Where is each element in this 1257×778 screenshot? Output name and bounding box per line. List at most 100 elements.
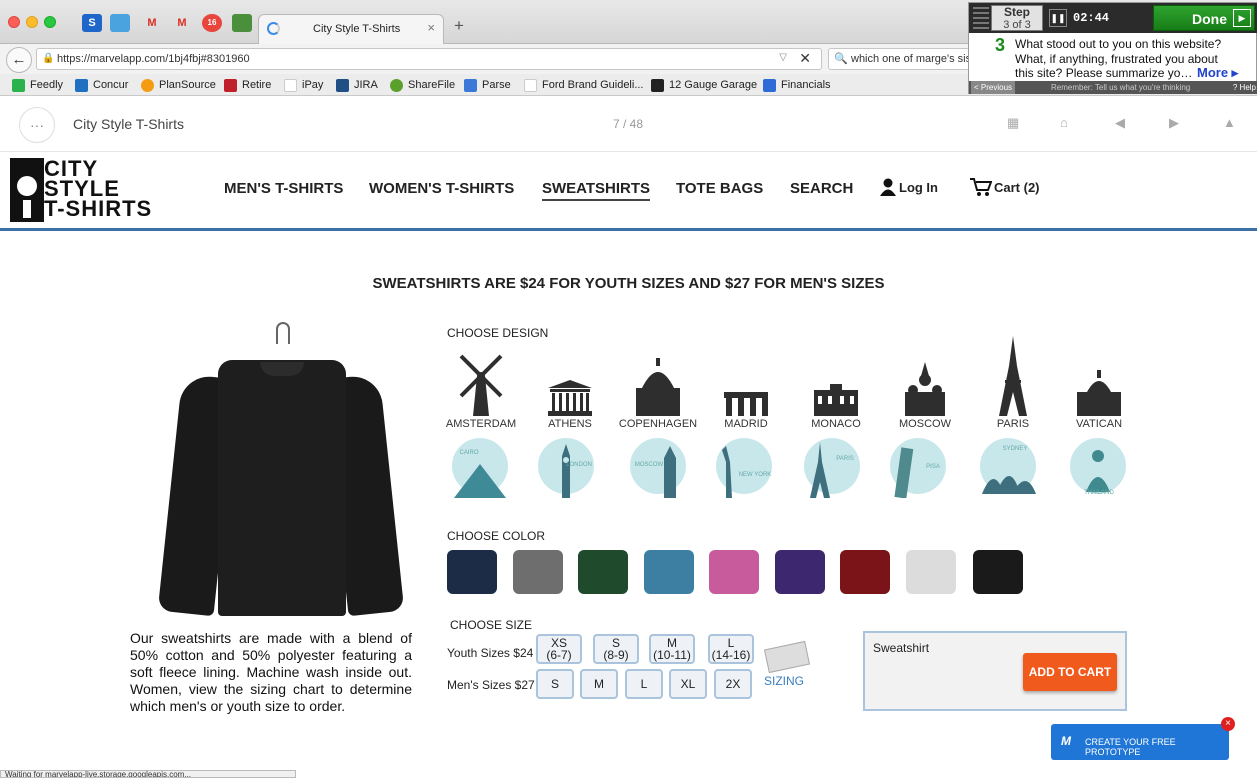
bookmark-feedly[interactable]: Feedly (12, 77, 63, 93)
youth-size-s-button[interactable]: S (8-9) (593, 634, 639, 664)
design-madrid[interactable]: MADRID (708, 326, 784, 430)
design-label: PISA (926, 464, 940, 470)
tape-measure-icon[interactable] (763, 640, 811, 674)
new-tab-button[interactable]: + (454, 16, 464, 36)
close-window-button[interactable] (8, 16, 20, 28)
step-label: Step (1003, 5, 1030, 19)
design-thailand[interactable]: THAILAND (1066, 436, 1132, 502)
done-button[interactable]: Done ▶ (1153, 5, 1255, 31)
color-swatch-gray[interactable] (513, 550, 563, 594)
collapse-icon[interactable]: ▲ (1223, 115, 1236, 130)
bookmark-label: Feedly (30, 79, 64, 91)
design-paris-circle[interactable]: PARIS (800, 436, 866, 502)
help-button[interactable]: ? Help (1233, 81, 1256, 94)
drag-handle-icon[interactable] (973, 7, 989, 29)
size-range: (14-16) (711, 648, 751, 662)
bookmark-plansource[interactable]: PlanSource (141, 77, 216, 93)
design-cairo[interactable]: CAIRO (448, 436, 514, 502)
bookmark-sharefile[interactable]: ShareFile (390, 77, 455, 93)
pinned-tab-outlook[interactable]: S (82, 14, 102, 32)
stop-loading-icon[interactable]: ✕ (799, 50, 811, 67)
pinned-tab-grid[interactable] (110, 14, 130, 32)
nav-womens-tshirts[interactable]: WOMEN'S T-SHIRTS (369, 180, 514, 197)
color-swatch-navy[interactable] (447, 550, 497, 594)
big-ben-icon (562, 444, 570, 498)
design-copenhagen[interactable]: COPENHAGEN (619, 326, 697, 430)
login-link[interactable]: Log In (880, 178, 938, 196)
bookmark-12-gauge-garage[interactable]: 12 Gauge Garage (651, 77, 757, 93)
color-swatch-maroon[interactable] (840, 550, 890, 594)
back-button[interactable]: ← (6, 47, 32, 73)
youth-size-m-button[interactable]: M (10-11) (649, 634, 695, 664)
grid-view-icon[interactable]: ▦ (1007, 115, 1019, 131)
design-athens[interactable]: ATHENS (532, 326, 608, 430)
tab-close-icon[interactable]: × (427, 20, 435, 35)
pinned-tab-shirt[interactable] (232, 14, 252, 32)
more-link[interactable]: More ▸ (1197, 65, 1238, 81)
basilica-icon (1077, 370, 1121, 416)
bookmark-financials[interactable]: Financials (763, 77, 831, 93)
size-range: (10-11) (653, 648, 691, 662)
design-amsterdam[interactable]: AMSTERDAM (443, 326, 519, 430)
address-bar[interactable]: 🔒 https://marvelapp.com/1bj4fbj#8301960 … (36, 48, 822, 70)
bookmark-retire[interactable]: Retire (224, 77, 271, 93)
pinned-tab-badge[interactable]: 16 (202, 14, 222, 32)
bookmark-ipay[interactable]: iPay (284, 77, 323, 93)
mens-size-xl-button[interactable]: XL (669, 669, 707, 699)
minimize-window-button[interactable] (26, 16, 38, 28)
color-swatch-black[interactable] (973, 550, 1023, 594)
color-swatch-blue[interactable] (644, 550, 694, 594)
pinned-tab-gmail-1[interactable]: M (142, 14, 162, 32)
design-new-york[interactable]: NEW YORK (712, 436, 778, 502)
color-swatch-pink[interactable] (709, 550, 759, 594)
nav-tote-bags[interactable]: TOTE BAGS (676, 180, 763, 197)
mens-size-2x-button[interactable]: 2X (714, 669, 752, 699)
color-swatch-purple[interactable] (775, 550, 825, 594)
sizing-link[interactable]: SIZING (764, 674, 804, 688)
pinned-tab-gmail-2[interactable]: M (172, 14, 192, 32)
bookmark-parse[interactable]: Parse (464, 77, 511, 93)
design-sydney[interactable]: SYDNEY (976, 436, 1042, 502)
design-london[interactable]: LONDON (534, 436, 600, 502)
nav-mens-tshirts[interactable]: MEN'S T-SHIRTS (224, 180, 343, 197)
mens-size-l-button[interactable]: L (625, 669, 663, 699)
mens-size-m-button[interactable]: M (580, 669, 618, 699)
previous-button[interactable]: < Previous (971, 81, 1016, 94)
design-moscow[interactable]: MOSCOW (887, 326, 963, 430)
zoom-window-button[interactable] (44, 16, 56, 28)
loading-icon (267, 22, 280, 35)
create-prototype-button[interactable]: M CREATE YOUR FREE PROTOTYPE (1051, 724, 1229, 760)
design-monaco[interactable]: MONACO (798, 326, 874, 430)
study-footer: < Previous Remember: Tell us what you're… (969, 81, 1257, 94)
site-logo[interactable]: CITY STYLE T-SHIRTS (10, 158, 160, 222)
bookmark-label: 12 Gauge Garage (669, 79, 758, 91)
comment-button[interactable]: ··· (19, 107, 55, 143)
color-swatch-green[interactable] (578, 550, 628, 594)
color-swatch-light-gray[interactable] (906, 550, 956, 594)
bookmark-jira[interactable]: JIRA (336, 77, 378, 93)
dropdown-icon[interactable]: ▽ (779, 52, 787, 63)
next-screen-icon[interactable]: ▶ (1169, 115, 1179, 131)
youth-size-xs-button[interactable]: XS (6-7) (536, 634, 582, 664)
active-tab[interactable]: City Style T-Shirts × (258, 14, 444, 44)
bookmark-ford[interactable]: Ford Brand Guideli... (524, 77, 644, 93)
design-vatican[interactable]: VATICAN (1061, 326, 1137, 430)
bookmark-concur[interactable]: Concur (75, 77, 128, 93)
mens-size-s-button[interactable]: S (536, 669, 574, 699)
cart-link[interactable]: Cart (2) (970, 178, 1040, 196)
design-moscow-circle[interactable]: MOSCOW (626, 436, 692, 502)
add-to-cart-button[interactable]: ADD TO CART (1023, 653, 1117, 691)
design-pisa[interactable]: PISA (886, 436, 952, 502)
home-icon[interactable]: ⌂ (1060, 115, 1068, 130)
nav-search[interactable]: SEARCH (790, 180, 853, 197)
nav-sweatshirts[interactable]: SWEATSHIRTS (542, 180, 651, 201)
bookmark-label: JIRA (354, 79, 378, 91)
financials-icon (763, 78, 776, 92)
pause-button[interactable]: ❚❚ (1049, 9, 1067, 27)
previous-screen-icon[interactable]: ◀ (1115, 115, 1125, 131)
close-icon[interactable]: × (1221, 717, 1235, 731)
size-range: (6-7) (546, 648, 572, 662)
design-paris[interactable]: PARIS (975, 326, 1051, 430)
youth-size-l-button[interactable]: L (14-16) (708, 634, 754, 664)
sweatshirt-body (218, 360, 346, 616)
